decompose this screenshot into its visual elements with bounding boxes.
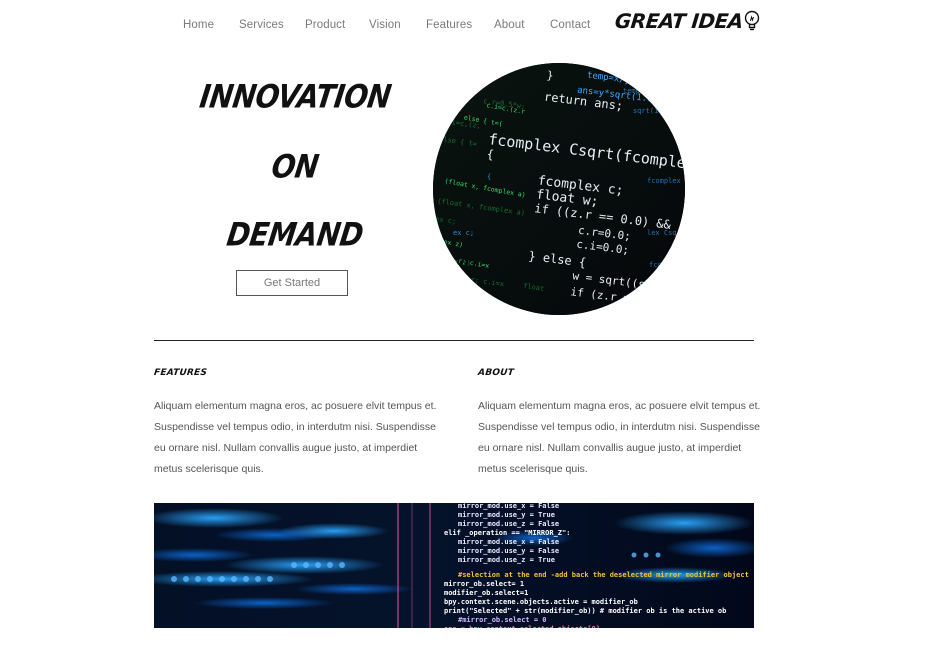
hero-code-image: c.i=c,(z, else { t= (float x, fcomplex a… <box>433 63 685 315</box>
svg-text:bpy.context.scene.objects.acti: bpy.context.scene.objects.active = modif… <box>444 598 638 606</box>
svg-text:elif _operation == "MIRROR_Z":: elif _operation == "MIRROR_Z": <box>444 529 570 537</box>
hero-headline-line3: DEMAND <box>224 215 366 254</box>
svg-text:one = bpy.context.selected_obj: one = bpy.context.selected_objects[0] <box>444 625 600 628</box>
nav-features[interactable]: Features <box>426 19 472 31</box>
get-started-button[interactable]: Get Started <box>236 270 348 296</box>
nav-home[interactable]: Home <box>183 19 214 31</box>
svg-text:fcomplex: fcomplex <box>649 261 683 269</box>
nav-contact[interactable]: Contact <box>550 19 590 31</box>
svg-text:print("Selected" + str(modifie: print("Selected" + str(modifier_ob)) # m… <box>444 607 726 615</box>
code-banner-photo-icon: mirror_mod.use_x = False mirror_mod.use_… <box>154 503 754 628</box>
nav-product[interactable]: Product <box>305 19 345 31</box>
top-nav: Home Services Product Vision Features Ab… <box>0 0 944 52</box>
logo-text: GREAT IDEA <box>613 9 745 33</box>
svg-text:mirror_mod.use_x = False: mirror_mod.use_x = False <box>458 538 559 546</box>
svg-text:mirror_mod.use_y = False: mirror_mod.use_y = False <box>458 547 559 555</box>
nav-about[interactable]: About <box>494 19 525 31</box>
svg-text:mirror_ob.select= 1: mirror_ob.select= 1 <box>444 580 524 588</box>
svg-text:ex c;: ex c; <box>453 229 474 237</box>
nav-services[interactable]: Services <box>239 19 284 31</box>
svg-text:mirror_mod.use_z = True: mirror_mod.use_z = True <box>458 556 555 564</box>
svg-text:fcomplex: fcomplex <box>647 177 681 185</box>
code-screen-photo-icon: c.i=c,(z, else { t= (float x, fcomplex a… <box>433 63 685 315</box>
svg-text:{: { <box>487 173 491 181</box>
svg-text:modifier_ob.select=1: modifier_ob.select=1 <box>444 589 528 597</box>
svg-text:#mirror_ob.select = 0: #mirror_ob.select = 0 <box>458 616 547 624</box>
lightbulb-icon <box>744 10 760 31</box>
section-divider <box>154 340 754 341</box>
hero-headline-line1: INNOVATION <box>197 77 394 116</box>
brand-logo[interactable]: GREAT IDEA <box>613 6 761 36</box>
svg-text:mirror_mod.use_z = False: mirror_mod.use_z = False <box>458 520 559 528</box>
svg-text:sqrt(1.0+temp: sqrt(1.0+temp <box>633 107 685 115</box>
about-heading: ABOUT <box>477 368 515 378</box>
svg-text:#selection at the end -add bac: #selection at the end -add back the dese… <box>458 571 749 579</box>
nav-vision[interactable]: Vision <box>369 19 401 31</box>
hero-headline-line2: ON <box>269 147 321 186</box>
page: Home Services Product Vision Features Ab… <box>0 0 944 648</box>
features-heading: FEATURES <box>153 368 208 378</box>
svg-text:mirror_mod.use_x = False: mirror_mod.use_x = False <box>458 503 559 510</box>
features-text: Aliquam elementum magna eros, ac posuere… <box>154 400 437 475</box>
code-banner-image: mirror_mod.use_x = False mirror_mod.use_… <box>154 503 754 628</box>
svg-text:mirror_mod.use_y = True: mirror_mod.use_y = True <box>458 511 555 519</box>
about-text: Aliquam elementum magna eros, ac posuere… <box>478 400 761 475</box>
